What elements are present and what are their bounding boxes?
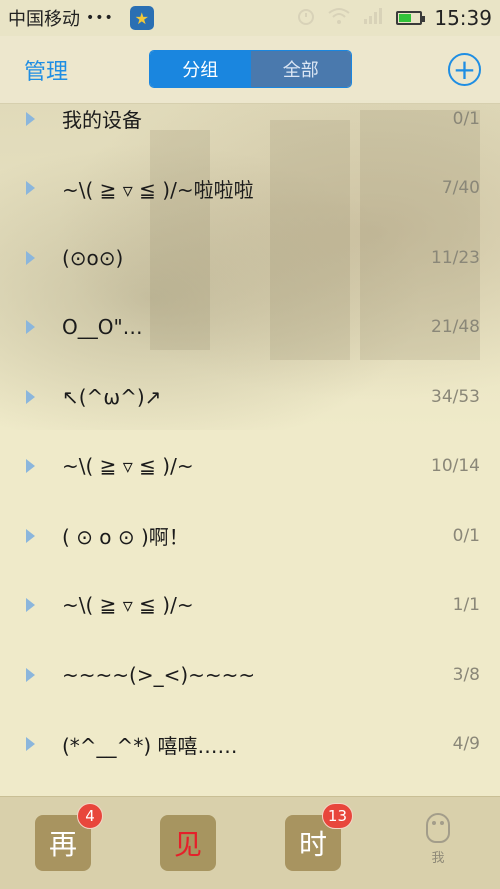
- group-count: 0/1: [452, 525, 480, 546]
- group-count: 3/8: [452, 664, 480, 685]
- group-count: 10/14: [431, 456, 480, 477]
- expand-arrow-icon: [26, 250, 35, 265]
- tab-updates[interactable]: 时 13: [285, 803, 353, 871]
- bottom-tab-bar: 再 4 见 时 13 我: [0, 796, 500, 889]
- group-row[interactable]: ~\( ≧ ▿ ≦ )/~ 1/1: [0, 571, 500, 641]
- tab-me[interactable]: 我: [418, 813, 458, 866]
- alarm-icon: [296, 6, 316, 31]
- expand-arrow-icon: [26, 459, 35, 474]
- navigation-bar: 管理 分组 全部 +: [0, 36, 500, 104]
- group-count: 0/1: [452, 108, 480, 129]
- group-row[interactable]: O__O"… 21/48: [0, 293, 500, 363]
- tab-label: 再: [48, 828, 77, 861]
- group-row[interactable]: ↖(^ω^)↗ 34/53: [0, 362, 500, 432]
- tab-groups[interactable]: 分组: [150, 51, 251, 87]
- carrier-name: 中国移动: [8, 9, 80, 30]
- group-count: 1/1: [452, 595, 480, 616]
- expand-arrow-icon: [26, 320, 35, 335]
- status-time: 15:39: [434, 6, 492, 30]
- expand-arrow-icon: [26, 598, 35, 613]
- group-count: 21/48: [431, 317, 480, 338]
- group-row[interactable]: ~\( ≧ ▿ ≦ )/~ 10/14: [0, 432, 500, 502]
- expand-arrow-icon: [26, 181, 35, 196]
- tab-label: 时: [298, 828, 327, 861]
- penguin-icon: [426, 813, 450, 843]
- add-button[interactable]: +: [448, 53, 481, 86]
- group-name: ~\( ≧ ▿ ≦ )/~啦啦啦: [62, 177, 254, 202]
- wifi-icon: [328, 7, 350, 30]
- cell-signal-icon: [362, 7, 384, 30]
- expand-arrow-icon: [26, 111, 35, 126]
- signal-dots: •••: [86, 10, 114, 26]
- segment-control: 分组 全部: [149, 50, 352, 88]
- group-row[interactable]: (*^__^*) 嘻嘻…… 4/9: [0, 710, 500, 780]
- expand-arrow-icon: [26, 737, 35, 752]
- group-name: ~\( ≧ ▿ ≦ )/~: [62, 454, 194, 479]
- group-name: ~~~~(>_<)~~~~: [62, 662, 256, 687]
- group-name: 我的设备: [62, 108, 142, 133]
- tab-label: 见: [173, 828, 202, 861]
- tab-messages[interactable]: 再 4: [35, 803, 103, 871]
- unread-badge: 4: [77, 803, 103, 829]
- group-count: 34/53: [431, 386, 480, 407]
- battery-icon: [396, 11, 426, 25]
- expand-arrow-icon: [26, 667, 35, 682]
- group-name: O__O"…: [62, 315, 143, 340]
- tab-all[interactable]: 全部: [250, 51, 351, 87]
- manage-button[interactable]: 管理: [24, 54, 68, 86]
- group-row[interactable]: ~~~~(>_<)~~~~ 3/8: [0, 640, 500, 710]
- tab-me-label: 我: [431, 851, 445, 866]
- unread-badge: 13: [321, 803, 353, 829]
- group-name: (*^__^*) 嘻嘻……: [62, 733, 238, 758]
- group-count: 4/9: [452, 734, 480, 755]
- group-name: ~\( ≧ ▿ ≦ )/~: [62, 593, 194, 618]
- expand-arrow-icon: [26, 528, 35, 543]
- group-row[interactable]: (⊙o⊙) 11/23: [0, 223, 500, 293]
- tab-contacts[interactable]: 见: [160, 815, 216, 871]
- group-name: ( ⊙ o ⊙ )啊！: [62, 525, 189, 550]
- status-bar: 中国移动 ••• ★ 15:39: [0, 0, 500, 36]
- qq-notification-icon: ★: [129, 6, 154, 30]
- expand-arrow-icon: [26, 389, 35, 404]
- group-list: 我的设备 0/1 ~\( ≧ ▿ ≦ )/~啦啦啦 7/40 (⊙o⊙) 11/23 …: [0, 84, 500, 779]
- group-name: (⊙o⊙): [62, 245, 124, 270]
- group-row[interactable]: ~\( ≧ ▿ ≦ )/~啦啦啦 7/40: [0, 154, 500, 224]
- group-row[interactable]: ( ⊙ o ⊙ )啊！ 0/1: [0, 501, 500, 571]
- group-count: 11/23: [431, 247, 480, 268]
- group-count: 7/40: [441, 178, 480, 199]
- group-name: ↖(^ω^)↗: [62, 384, 162, 409]
